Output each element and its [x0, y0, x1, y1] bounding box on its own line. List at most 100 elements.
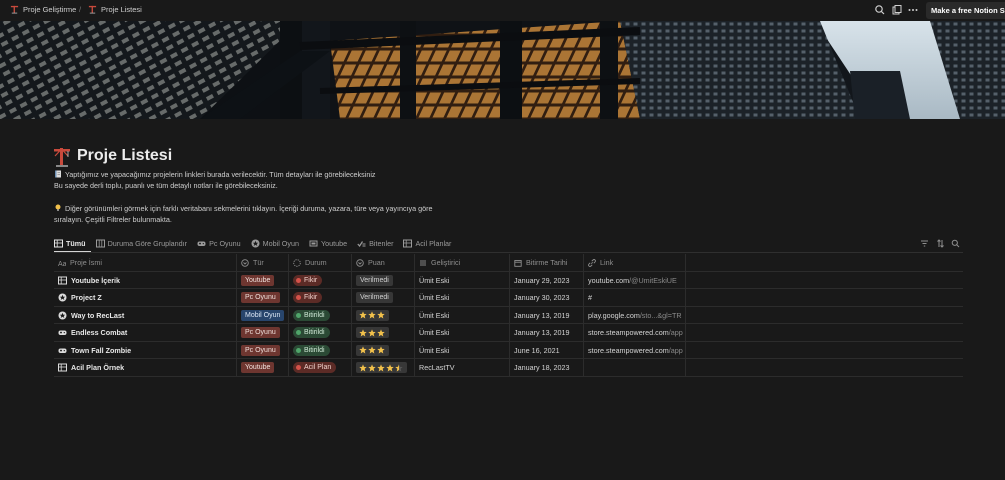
- type-tag: Mobil Oyun: [241, 309, 285, 321]
- status-badge: Fikir: [293, 292, 323, 304]
- header-link[interactable]: Link: [584, 254, 686, 272]
- sort-icon[interactable]: [936, 239, 945, 248]
- tab-acil-planlar[interactable]: Acil Planlar: [403, 239, 451, 248]
- link-domain[interactable]: store.steampowered.com: [588, 346, 669, 355]
- table-row[interactable]: Acil Plan Örnek Youtube Acil Plan RecLastTV…: [54, 359, 963, 377]
- status-cell[interactable]: Acil Plan: [289, 359, 352, 377]
- crane-icon: [88, 5, 97, 14]
- link-domain[interactable]: play.google.com: [588, 311, 640, 320]
- link-cell[interactable]: play.google.com/sto...&gl=TR: [584, 306, 686, 324]
- tab-youtube[interactable]: Youtube: [309, 239, 347, 248]
- view-tabs: Tümü Duruma Göre Gruplandır Pc Oyunu Mob…: [54, 237, 461, 250]
- link-domain[interactable]: store.steampowered.com: [588, 328, 669, 337]
- type-cell[interactable]: Pc Oyunu: [237, 289, 289, 307]
- tabs-divider: [54, 252, 963, 253]
- status-cell[interactable]: Fikir: [289, 271, 352, 289]
- rating-cell[interactable]: [352, 341, 415, 359]
- table-row[interactable]: Youtube İçerik Youtube Fikir Verilmedi Ümit …: [54, 271, 963, 289]
- developer-cell[interactable]: Ümit Eski: [415, 341, 510, 359]
- type-cell[interactable]: Pc Oyunu: [237, 324, 289, 342]
- project-name-cell[interactable]: Way to RecLast: [54, 306, 237, 324]
- tab-tumu[interactable]: Tümü: [54, 239, 86, 248]
- status-cell[interactable]: Bitirildi: [289, 341, 352, 359]
- date-cell[interactable]: January 13, 2019: [510, 306, 584, 324]
- link-path[interactable]: /app: [669, 328, 683, 337]
- promo-label: Make a free Notion Site: [931, 6, 1005, 15]
- developer-cell[interactable]: Ümit Eski: [415, 324, 510, 342]
- link-cell[interactable]: store.steampowered.com/app: [584, 324, 686, 342]
- table-row[interactable]: Project Z Pc Oyunu Fikir Verilmedi Ümit Eski…: [54, 289, 963, 307]
- status-badge: Fikir: [293, 274, 323, 286]
- search-icon[interactable]: [874, 4, 886, 16]
- header-bitirme[interactable]: Bitirme Tarihi: [510, 254, 584, 272]
- breadcrumb-parent[interactable]: Proje Geliştirme: [10, 5, 76, 14]
- description-text-3: Diğer görünümleri görmek için farklı ver…: [65, 204, 433, 213]
- status-dot: [296, 295, 301, 301]
- header-durum[interactable]: Durum: [289, 254, 352, 272]
- status-cell[interactable]: Fikir: [289, 289, 352, 307]
- type-cell[interactable]: Youtube: [237, 271, 289, 289]
- more-icon[interactable]: [907, 4, 919, 16]
- tab-bitenler[interactable]: Bitenler: [357, 239, 393, 248]
- link-cell[interactable]: [584, 359, 686, 377]
- link-path[interactable]: /app: [669, 346, 683, 355]
- project-name-cell[interactable]: Project Z: [54, 289, 237, 307]
- description-line-2: Bu sayede derli toplu, puanlı ve tüm det…: [54, 181, 278, 190]
- rating-cell[interactable]: Verilmedi: [352, 289, 415, 307]
- status-label: Bitirildi: [304, 329, 325, 337]
- tab-pc-oyunu[interactable]: Pc Oyunu: [197, 239, 241, 248]
- link-cell[interactable]: youtube.com/@UmitEskiUE: [584, 271, 686, 289]
- description-line-4: sıralayın. Çeşitli Filtreler bulunmakta.: [54, 215, 172, 224]
- status-badge: Bitirildi: [293, 344, 330, 356]
- header-tur[interactable]: Tür: [237, 254, 289, 272]
- search-icon[interactable]: [951, 239, 960, 248]
- type-cell[interactable]: Pc Oyunu: [237, 341, 289, 359]
- table-header-row: Aa Proje İsmi Tür Durum Puan Geliştirici…: [54, 254, 963, 272]
- date-cell[interactable]: June 16, 2021: [510, 341, 584, 359]
- filter-icon[interactable]: [920, 239, 929, 248]
- link-path[interactable]: /@UmitEskiUE: [629, 276, 677, 285]
- link-domain[interactable]: youtube.com: [588, 276, 629, 285]
- table-row[interactable]: Way to RecLast Mobil Oyun Bitirildi Ümit Es…: [54, 306, 963, 324]
- svg-text:Aa: Aa: [58, 261, 66, 267]
- project-name-cell[interactable]: Youtube İçerik: [54, 271, 237, 289]
- link-path[interactable]: /sto...&gl=TR: [640, 311, 682, 320]
- make-free-site-button[interactable]: Make a free Notion Site: [926, 2, 1005, 19]
- date-cell[interactable]: January 30, 2023: [510, 289, 584, 307]
- link-cell[interactable]: #: [584, 289, 686, 307]
- star-icon: [377, 346, 385, 354]
- type-cell[interactable]: Youtube: [237, 359, 289, 377]
- table-row[interactable]: Endless Combat Pc Oyunu Bitirildi Ümit Eski…: [54, 324, 963, 342]
- link-cell[interactable]: store.steampowered.com/app: [584, 341, 686, 359]
- date-cell[interactable]: January 18, 2023: [510, 359, 584, 377]
- status-cell[interactable]: Bitirildi: [289, 306, 352, 324]
- project-table: Aa Proje İsmi Tür Durum Puan Geliştirici…: [54, 254, 963, 377]
- rating-cell[interactable]: Verilmedi: [352, 271, 415, 289]
- status-cell[interactable]: Bitirildi: [289, 324, 352, 342]
- rating-cell[interactable]: [352, 359, 415, 377]
- breadcrumb-current[interactable]: Proje Listesi: [88, 5, 142, 14]
- date-cell[interactable]: January 13, 2019: [510, 324, 584, 342]
- project-name-cell[interactable]: Endless Combat: [54, 324, 237, 342]
- rating-cell[interactable]: [352, 306, 415, 324]
- link-domain[interactable]: #: [588, 293, 592, 302]
- project-name-cell[interactable]: Acil Plan Örnek: [54, 359, 237, 377]
- developer-cell[interactable]: Ümit Eski: [415, 306, 510, 324]
- project-name-cell[interactable]: Town Fall Zombie: [54, 341, 237, 359]
- developer-cell[interactable]: Ümit Eski: [415, 271, 510, 289]
- page-title: Proje Listesi: [77, 147, 173, 164]
- duplicate-icon[interactable]: [891, 4, 903, 16]
- developer-cell[interactable]: Ümit Eski: [415, 289, 510, 307]
- header-gelistirici[interactable]: Geliştirici: [415, 254, 510, 272]
- tab-mobil-oyun[interactable]: Mobil Oyun: [251, 239, 299, 248]
- type-cell[interactable]: Mobil Oyun: [237, 306, 289, 324]
- tab-duruma-gore[interactable]: Duruma Göre Gruplandır: [95, 239, 187, 248]
- developer-cell[interactable]: RecLastTV: [415, 359, 510, 377]
- header-name[interactable]: Aa Proje İsmi: [54, 254, 237, 272]
- tab-label: Acil Planlar: [415, 239, 452, 248]
- table-row[interactable]: Town Fall Zombie Pc Oyunu Bitirildi Ümit Es…: [54, 341, 963, 359]
- star-icon: [377, 364, 385, 372]
- date-cell[interactable]: January 29, 2023: [510, 271, 584, 289]
- rating-cell[interactable]: [352, 324, 415, 342]
- header-puan[interactable]: Puan: [352, 254, 415, 272]
